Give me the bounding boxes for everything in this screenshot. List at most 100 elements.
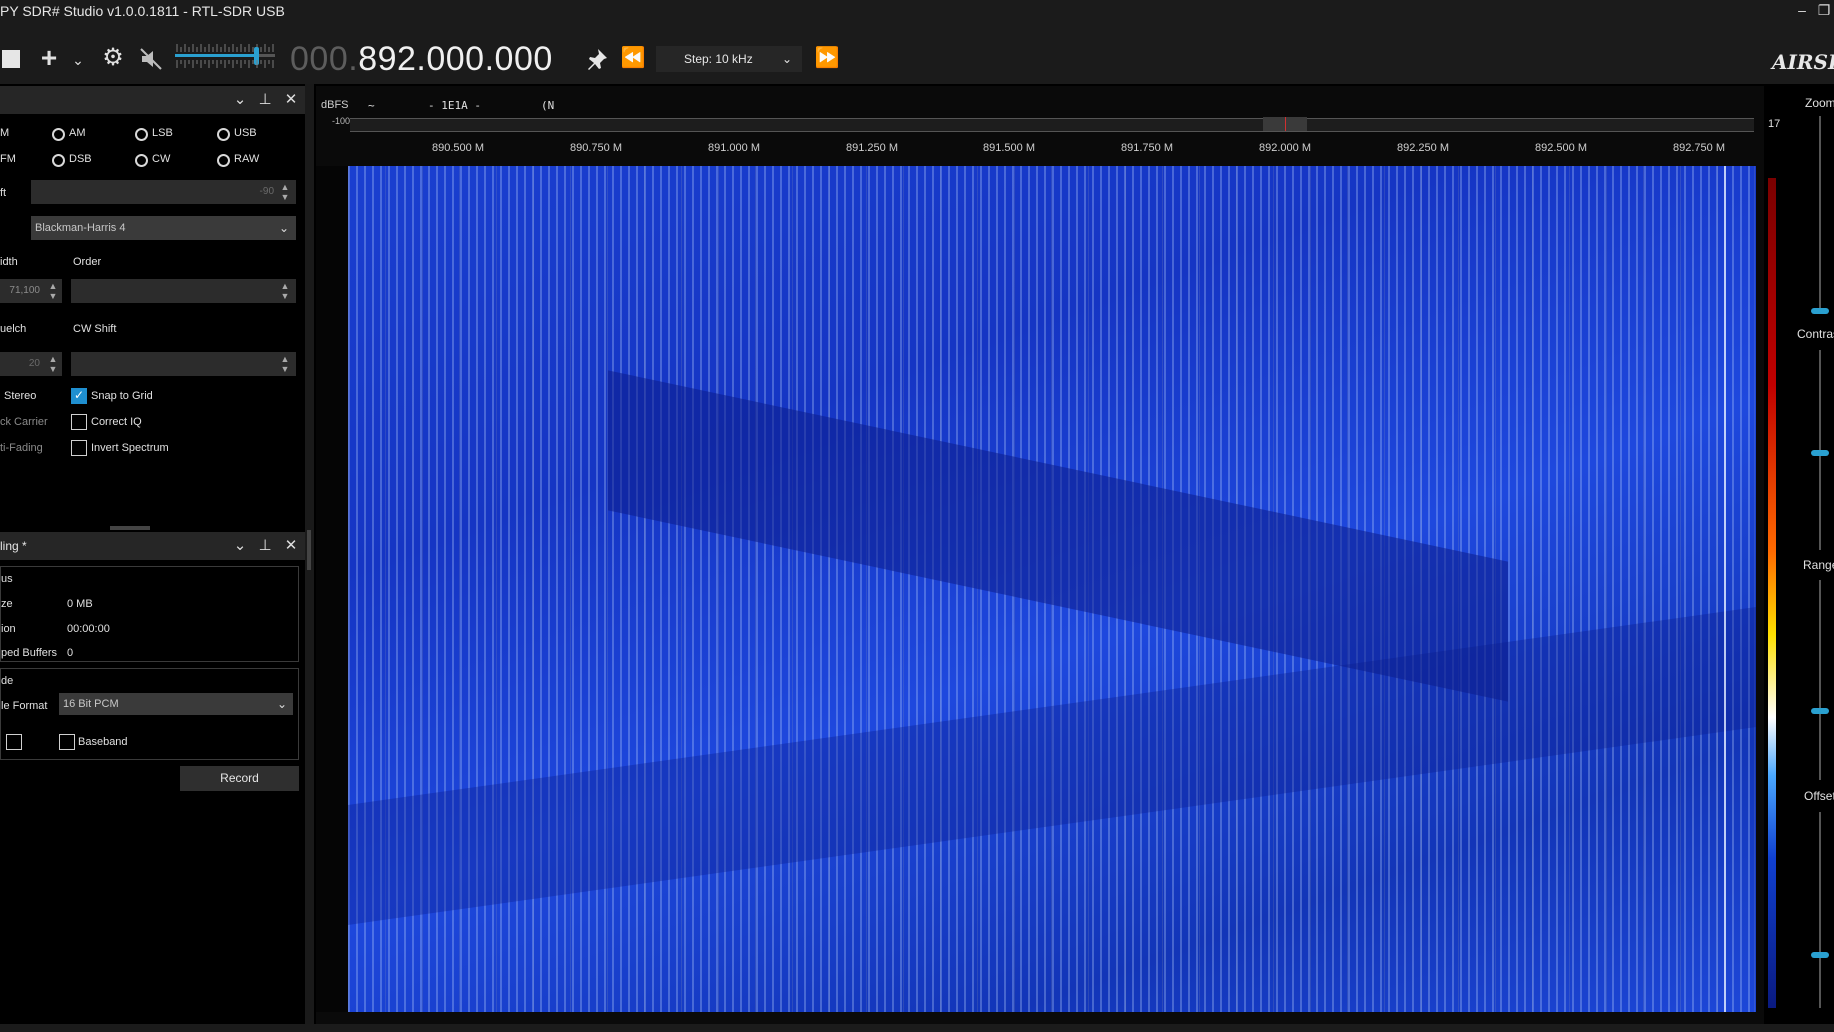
spin-down-icon[interactable]: ▼ — [48, 365, 58, 374]
freq-tick: 892.250 M — [1397, 142, 1449, 154]
restore-icon[interactable]: ❐ — [1814, 0, 1834, 20]
snap-to-grid-checkbox[interactable]: ✓ — [71, 388, 87, 404]
rds-pi-code: - 1E1A - — [428, 99, 481, 112]
filter-window-select[interactable]: Blackman-Harris 4 ⌄ — [31, 216, 296, 240]
squelch-input[interactable]: 20 ▲ ▼ — [0, 352, 62, 376]
spin-up-icon[interactable]: ▲ — [48, 282, 58, 291]
range-slider-knob[interactable] — [1811, 708, 1829, 714]
pin-icon[interactable]: ⊥ — [255, 536, 275, 556]
mode-cw-radio[interactable] — [135, 154, 148, 167]
rewind-icon[interactable]: ⏪ — [620, 46, 646, 70]
splitter-handle[interactable] — [307, 530, 311, 570]
step-select[interactable]: Step: 10 kHz ⌄ — [656, 46, 802, 72]
file-format-label: le Format — [1, 700, 48, 712]
stop-icon[interactable] — [2, 50, 20, 68]
duration-label: ion — [1, 623, 16, 635]
freq-tick: 892.500 M — [1535, 142, 1587, 154]
waterfall-margin — [316, 166, 348, 1012]
offset-slider-knob[interactable] — [1811, 952, 1829, 958]
stereo-label[interactable]: Stereo — [4, 390, 36, 402]
chevron-down-icon[interactable]: ⌄ — [70, 48, 86, 72]
close-icon[interactable]: ✕ — [281, 90, 301, 110]
duration-value: 00:00:00 — [67, 623, 110, 635]
pin-icon[interactable] — [584, 46, 610, 72]
pin-icon[interactable]: ⊥ — [255, 90, 275, 110]
spin-up-icon[interactable]: ▲ — [48, 355, 58, 364]
freq-tick: 891.000 M — [708, 142, 760, 154]
shift-label: ft — [0, 187, 7, 199]
correct-iq-label[interactable]: Correct IQ — [91, 416, 142, 428]
freq-tick: 890.750 M — [570, 142, 622, 154]
lock-carrier-label[interactable]: ck Carrier — [0, 416, 48, 428]
invert-spectrum-label[interactable]: Invert Spectrum — [91, 442, 169, 454]
snap-to-grid-label[interactable]: Snap to Grid — [91, 390, 153, 402]
order-label: Order — [73, 256, 102, 268]
chevron-down-icon[interactable]: ⌄ — [274, 696, 290, 712]
correct-iq-checkbox[interactable] — [71, 414, 87, 430]
mode-raw-label[interactable]: RAW — [234, 153, 259, 165]
chevron-down-icon[interactable]: ⌄ — [230, 536, 250, 556]
waterfall-shade — [348, 607, 1756, 925]
waterfall-display[interactable] — [348, 166, 1756, 1012]
mode-lsb-radio[interactable] — [135, 128, 148, 141]
mode-dsb-radio[interactable] — [52, 154, 65, 167]
frequency-value[interactable]: 892.000.000 — [358, 40, 553, 78]
spin-down-icon[interactable]: ▼ — [280, 193, 290, 202]
size-value: 0 MB — [67, 598, 93, 610]
mode-nfm-label[interactable]: M — [0, 127, 9, 139]
mode-cw-label[interactable]: CW — [152, 153, 170, 165]
frequency-display[interactable]: 000.892.000.000 — [290, 40, 553, 79]
close-icon[interactable]: ✕ — [281, 536, 301, 556]
baseband-label[interactable]: Baseband — [78, 736, 128, 748]
zoom-label: Zoom — [1805, 96, 1834, 110]
baseband-checkbox[interactable] — [59, 734, 75, 750]
frequency-prefix: 000. — [290, 40, 359, 78]
mute-icon[interactable] — [138, 46, 164, 72]
mode-group: de le Format 16 Bit PCM ⌄ Baseband — [0, 668, 299, 760]
recording-panel-title: ling * — [0, 539, 27, 553]
size-label: ze — [1, 598, 13, 610]
spin-down-icon[interactable]: ▼ — [280, 292, 290, 301]
spin-down-icon[interactable]: ▼ — [280, 365, 290, 374]
range-slider-track[interactable] — [1819, 580, 1821, 780]
frequency-scrollbar[interactable] — [350, 117, 1754, 132]
volume-slider[interactable] — [175, 38, 275, 72]
anti-fading-label[interactable]: ti-Fading — [0, 442, 43, 454]
panel-splitter[interactable] — [110, 526, 150, 530]
order-input[interactable]: ▲ ▼ — [71, 279, 296, 303]
spin-up-icon[interactable]: ▲ — [280, 282, 290, 291]
mode-raw-radio[interactable] — [217, 154, 230, 167]
spin-up-icon[interactable]: ▲ — [280, 183, 290, 192]
spin-up-icon[interactable]: ▲ — [280, 355, 290, 364]
spin-down-icon[interactable]: ▼ — [48, 292, 58, 301]
cw-shift-input[interactable]: ▲ ▼ — [71, 352, 296, 376]
freq-tick: 892.000 M — [1259, 142, 1311, 154]
record-button[interactable]: Record — [180, 766, 299, 791]
contrast-slider-knob[interactable] — [1811, 450, 1829, 456]
fast-forward-icon[interactable]: ⏩ — [814, 46, 840, 70]
mode-am-label[interactable]: AM — [69, 127, 86, 139]
minimize-icon[interactable]: – — [1792, 0, 1812, 20]
add-icon[interactable]: + — [36, 44, 62, 72]
radio-panel: M AM LSB USB FM DSB CW RAW ft -90 ▲ ▼ Bl… — [0, 114, 305, 522]
zoom-slider-knob[interactable] — [1811, 308, 1829, 314]
chevron-down-icon[interactable]: ⌄ — [782, 46, 792, 72]
chevron-down-icon[interactable]: ⌄ — [276, 220, 292, 236]
offset-slider-track[interactable] — [1819, 812, 1821, 1008]
zoom-slider-track[interactable] — [1819, 116, 1821, 312]
audio-checkbox[interactable] — [6, 734, 22, 750]
window-title: PY SDR# Studio v1.0.0.1811 - RTL-SDR USB — [0, 3, 285, 19]
level-min-label: -100 — [332, 116, 351, 126]
invert-spectrum-checkbox[interactable] — [71, 440, 87, 456]
shift-input[interactable]: -90 ▲ ▼ — [31, 180, 296, 204]
mode-lsb-label[interactable]: LSB — [152, 127, 173, 139]
gear-icon[interactable]: ⚙ — [100, 46, 126, 70]
bandwidth-input[interactable]: 71,100 ▲ ▼ — [0, 279, 62, 303]
file-format-select[interactable]: 16 Bit PCM ⌄ — [59, 693, 293, 715]
mode-am-radio[interactable] — [52, 128, 65, 141]
mode-dsb-label[interactable]: DSB — [69, 153, 92, 165]
chevron-down-icon[interactable]: ⌄ — [230, 90, 250, 110]
mode-usb-radio[interactable] — [217, 128, 230, 141]
mode-usb-label[interactable]: USB — [234, 127, 257, 139]
mode-wfm-label[interactable]: FM — [0, 153, 16, 165]
